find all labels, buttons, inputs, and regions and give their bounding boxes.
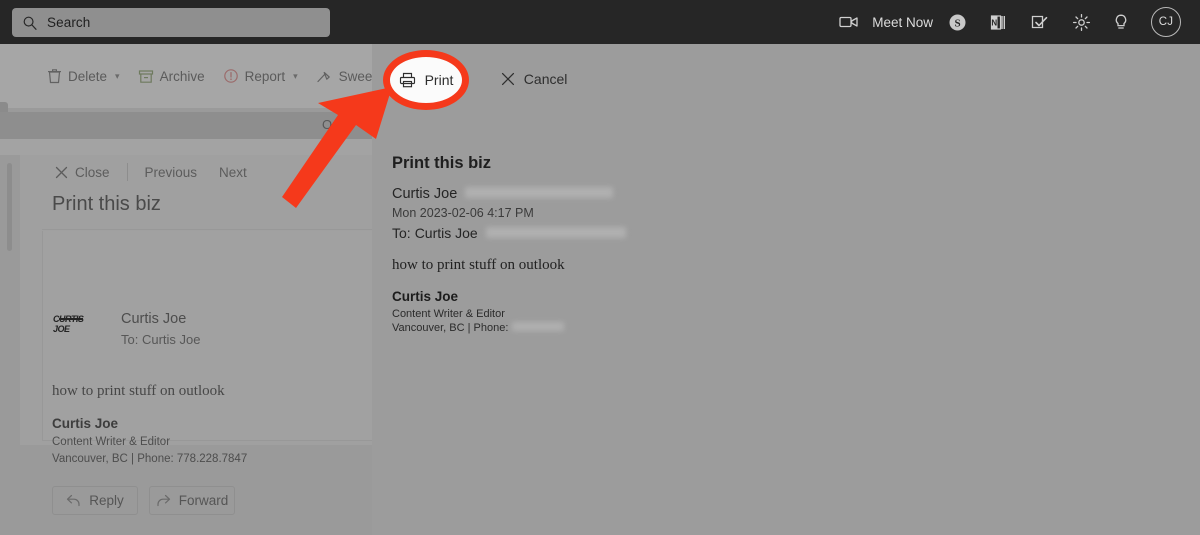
- close-label: Close: [75, 164, 110, 180]
- signature-name: Curtis Joe: [52, 416, 119, 431]
- chevron-down-icon[interactable]: ▾: [293, 71, 298, 82]
- close-icon: [55, 166, 68, 178]
- trash-icon: [48, 69, 61, 84]
- preview-to-name: Curtis Joe: [414, 225, 478, 241]
- previous-button[interactable]: Previous: [134, 159, 209, 185]
- sender-avatar: CURTIS JOE: [53, 315, 84, 333]
- office-icon[interactable]: N: [978, 0, 1019, 44]
- preview-signature-location-prefix: Vancouver, BC | Phone:: [392, 322, 509, 334]
- redacted-email: [465, 187, 614, 198]
- archive-label: Archive: [159, 68, 205, 84]
- search-input-placeholder[interactable]: Search: [47, 15, 90, 30]
- search-box[interactable]: Search: [12, 8, 330, 37]
- chevron-down-icon[interactable]: ▾: [115, 71, 120, 82]
- preview-body: how to print stuff on outlook: [392, 257, 565, 273]
- reply-icon: [67, 494, 80, 507]
- message-body: how to print stuff on outlook: [52, 383, 225, 399]
- help-lightbulb-icon[interactable]: [1102, 0, 1140, 44]
- reply-label: Reply: [89, 493, 124, 508]
- avatar-initials: CJ: [1151, 7, 1181, 37]
- signature-location: Vancouver, BC | Phone: 778.228.7847: [52, 453, 248, 465]
- delete-button[interactable]: Delete ▾: [38, 60, 129, 92]
- next-label: Next: [219, 164, 247, 180]
- report-shield-icon: [223, 69, 238, 83]
- screenshot-root: Search Meet Now S N CJ Delete ▾ Archive …: [0, 0, 1200, 535]
- highlighted-print-button[interactable]: Print: [383, 50, 469, 110]
- delete-label: Delete: [68, 68, 108, 84]
- highlighted-print-label: Print: [424, 72, 454, 88]
- sender-name: Curtis Joe: [121, 311, 187, 327]
- preview-signature-name: Curtis Joe: [392, 289, 459, 304]
- archive-box-icon: [138, 69, 153, 83]
- reply-button[interactable]: Reply: [52, 486, 138, 515]
- cancel-label: Cancel: [523, 71, 568, 87]
- svg-text:S: S: [954, 17, 960, 29]
- preview-to: To: Curtis Joe: [392, 225, 626, 241]
- report-label: Report: [244, 68, 286, 84]
- forward-button[interactable]: Forward: [149, 486, 235, 515]
- reading-pane-toolbar: Close Previous Next: [20, 155, 258, 189]
- cancel-button[interactable]: Cancel: [491, 64, 578, 94]
- settings-gear-icon[interactable]: [1061, 0, 1102, 44]
- vertical-scrollbar[interactable]: [7, 163, 12, 251]
- signature-title: Content Writer & Editor: [52, 436, 171, 448]
- reading-pane-subject: Print this biz: [52, 193, 161, 215]
- forward-label: Forward: [178, 493, 229, 508]
- avatar[interactable]: CJ: [1140, 0, 1192, 44]
- search-icon: [22, 15, 38, 31]
- toolbar-divider: [126, 163, 128, 181]
- close-icon: [501, 72, 514, 86]
- topbar-actions: Meet Now S N CJ: [828, 0, 1192, 44]
- to-do-icon[interactable]: [1019, 0, 1061, 44]
- redacted-email: [485, 227, 626, 238]
- reply-forward-row: Reply Forward: [52, 486, 235, 515]
- broom-icon: [317, 71, 330, 83]
- redacted-phone: [512, 322, 565, 331]
- app-topbar: Search Meet Now S N CJ: [0, 0, 1200, 44]
- archive-button[interactable]: Archive: [129, 60, 214, 92]
- preview-signature-location: Vancouver, BC | Phone:: [392, 322, 565, 334]
- forward-icon: [157, 494, 170, 507]
- next-button[interactable]: Next: [208, 159, 258, 185]
- meet-now-button[interactable]: Meet Now: [870, 0, 937, 44]
- svg-text:N: N: [991, 18, 997, 27]
- skype-icon[interactable]: S: [937, 0, 978, 44]
- recipient-line: To: Curtis Joe: [121, 332, 201, 347]
- preview-signature-title: Content Writer & Editor: [392, 308, 505, 320]
- preview-to-prefix: To:: [392, 225, 411, 241]
- previous-label: Previous: [144, 164, 198, 180]
- printer-icon: [399, 72, 415, 88]
- video-camera-icon[interactable]: [828, 0, 870, 44]
- close-button[interactable]: Close: [44, 159, 121, 185]
- print-preview-panel: Print Cancel Print this biz Curtis Joe M…: [372, 44, 1200, 535]
